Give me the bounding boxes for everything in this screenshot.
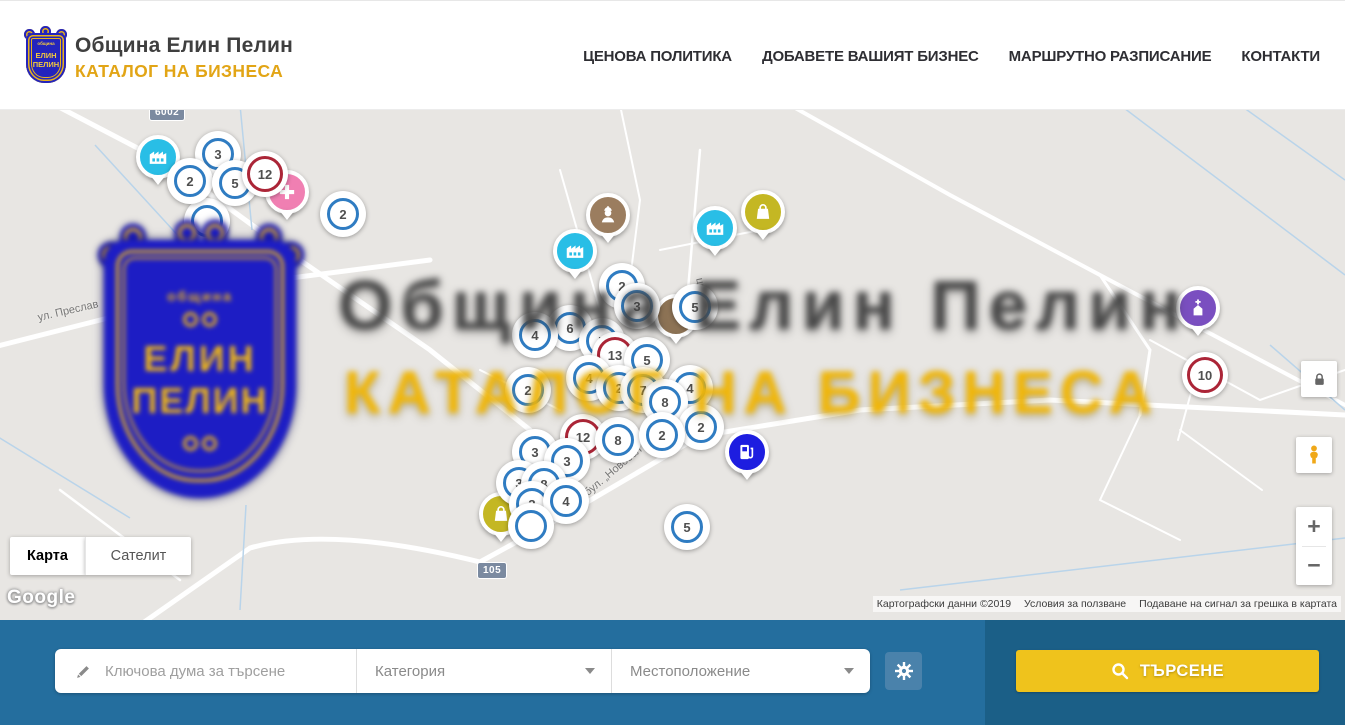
poi-marker-church[interactable] bbox=[1176, 286, 1220, 340]
advanced-settings-button[interactable] bbox=[885, 652, 922, 690]
keyword-search-input[interactable] bbox=[105, 663, 335, 680]
pegman-icon bbox=[1303, 444, 1325, 466]
road-badge: 105 bbox=[478, 563, 506, 578]
search-pill: Категория Местоположение bbox=[55, 649, 870, 693]
search-button-label: ТЪРСЕНЕ bbox=[1140, 662, 1224, 681]
category-label: Категория bbox=[375, 663, 445, 680]
category-select[interactable]: Категория bbox=[357, 649, 612, 693]
municipality-logo: община ЕЛИН ПЕЛИН bbox=[24, 29, 68, 85]
logo-line1: ЕЛИН bbox=[24, 51, 68, 60]
poi-marker-factory[interactable] bbox=[553, 229, 597, 283]
nav-contacts[interactable]: КОНТАКТИ bbox=[1241, 48, 1320, 65]
pencil-icon bbox=[75, 663, 92, 680]
google-logo[interactable]: Google bbox=[7, 587, 75, 609]
cluster-marker[interactable]: 3 bbox=[614, 283, 660, 329]
chevron-down-icon bbox=[844, 668, 854, 674]
cluster-marker[interactable]: 5 bbox=[672, 284, 718, 330]
cluster-marker[interactable]: 2 bbox=[505, 367, 551, 413]
gear-icon bbox=[894, 661, 914, 681]
cluster-marker[interactable]: 4 bbox=[512, 312, 558, 358]
report-error-link[interactable]: Подаване на сигнал за грешка в картата bbox=[1139, 598, 1337, 610]
poi-marker-factory[interactable] bbox=[693, 206, 737, 260]
search-button[interactable]: ТЪРСЕНЕ bbox=[1016, 650, 1319, 692]
zoom-control: + − bbox=[1296, 507, 1332, 585]
logo-top-text: община bbox=[24, 41, 68, 46]
map-type-button[interactable]: Карта bbox=[10, 537, 85, 575]
nav-route-schedule[interactable]: МАРШРУТНО РАЗПИСАНИЕ bbox=[1009, 48, 1212, 65]
cluster-marker[interactable]: 2 bbox=[167, 158, 213, 204]
map-type-control: Карта Сателит bbox=[10, 537, 191, 575]
terms-link[interactable]: Условия за ползване bbox=[1024, 598, 1126, 610]
site-title: Община Елин Пелин bbox=[75, 34, 293, 58]
header: община ЕЛИН ПЕЛИН Община Елин Пелин КАТА… bbox=[0, 0, 1345, 110]
lock-icon-button[interactable] bbox=[1301, 361, 1337, 397]
map-attribution: Картографски данни ©2019 Условия за полз… bbox=[873, 596, 1341, 612]
search-submit-panel: ТЪРСЕНЕ bbox=[985, 620, 1345, 725]
zoom-out-button[interactable]: − bbox=[1296, 547, 1332, 586]
attribution-copyright: Картографски данни ©2019 bbox=[877, 598, 1011, 610]
main-nav: ЦЕНОВА ПОЛИТИКА ДОБАВЕТЕ ВАШИЯТ БИЗНЕС М… bbox=[583, 1, 1320, 111]
cluster-marker[interactable] bbox=[508, 503, 554, 549]
zoom-in-button[interactable]: + bbox=[1296, 507, 1332, 546]
poi-marker-bag[interactable] bbox=[741, 190, 785, 244]
lock-icon bbox=[1311, 371, 1328, 388]
cluster-marker[interactable]: 2 bbox=[639, 412, 685, 458]
site-subtitle: КАТАЛОГ НА БИЗНЕСА bbox=[75, 61, 293, 82]
location-label: Местоположение bbox=[630, 663, 750, 680]
search-bar: Категория Местоположение bbox=[0, 620, 1345, 725]
cluster-marker[interactable]: 2 bbox=[678, 404, 724, 450]
map-canvas[interactable]: 6002105 ул. Преславбул. „Новоселци" 3251… bbox=[0, 110, 1345, 620]
logo-line2: ПЕЛИН bbox=[24, 60, 68, 69]
location-select[interactable]: Местоположение bbox=[612, 649, 870, 693]
poi-marker-fuel[interactable] bbox=[725, 430, 769, 484]
keyword-section bbox=[55, 649, 357, 693]
search-icon bbox=[1111, 662, 1129, 680]
cluster-marker[interactable]: 12 bbox=[242, 151, 288, 197]
cluster-marker[interactable]: 8 bbox=[595, 417, 641, 463]
cluster-marker[interactable] bbox=[184, 198, 230, 244]
cluster-marker[interactable]: 10 bbox=[1182, 352, 1228, 398]
cluster-marker[interactable]: 5 bbox=[664, 504, 710, 550]
nav-pricing-policy[interactable]: ЦЕНОВА ПОЛИТИКА bbox=[583, 48, 732, 65]
cluster-marker[interactable]: 2 bbox=[320, 191, 366, 237]
nav-add-business[interactable]: ДОБАВЕТЕ ВАШИЯТ БИЗНЕС bbox=[762, 48, 979, 65]
satellite-type-button[interactable]: Сателит bbox=[85, 537, 191, 575]
street-view-pegman[interactable] bbox=[1296, 437, 1332, 473]
chevron-down-icon bbox=[585, 668, 595, 674]
road-badge: 6002 bbox=[150, 110, 184, 120]
